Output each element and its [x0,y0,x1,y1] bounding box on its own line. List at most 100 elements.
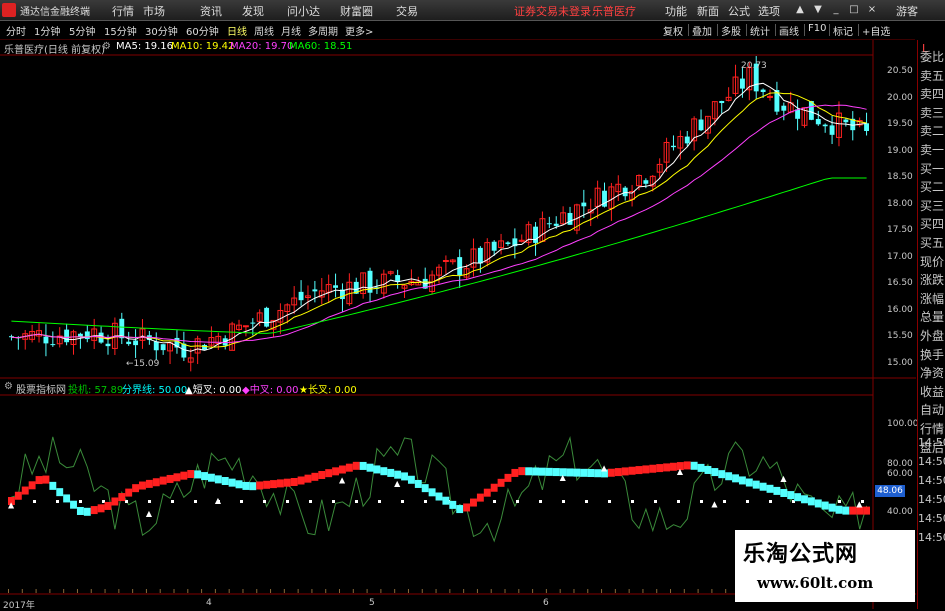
sidebar-item[interactable]: 收益 [920,383,944,400]
sidebar-item[interactable]: 委比 [920,48,944,65]
volume-tick [214,589,216,593]
indicator-step [35,476,43,485]
indicator-step [276,479,284,488]
volume-tick [283,589,285,593]
indicator-step [525,467,533,476]
divider-dot [700,500,703,503]
indicator-step [380,467,388,476]
candle-body [533,226,538,243]
short-cross-marker: ▲ [339,475,346,484]
sidebar-item[interactable]: 卖三 [920,104,944,121]
indicator-step [235,480,243,489]
volume-tick [628,589,630,593]
indicator-step [145,479,153,488]
indicator-step [180,471,188,480]
indicator-step [476,493,484,502]
volume-tick [394,589,396,593]
indicator-step [49,481,57,490]
candle-body [643,180,649,184]
volume-tick [201,589,203,593]
indicator-step [435,492,443,501]
volume-tick [21,589,23,593]
volume-tick [380,589,382,593]
candle-body [126,341,132,345]
indicator-step [249,482,257,491]
candle-body [395,275,401,282]
short-cross-marker: ▲ [780,474,787,483]
indicator-step [311,472,319,481]
low-price-value: 15.09 [134,359,160,369]
divider-dot [309,500,312,503]
sidebar-item[interactable]: 涨跌 [920,271,944,288]
sidebar-item[interactable]: 卖五 [920,67,944,84]
indicator-step [807,497,815,506]
volume-tick [725,589,727,593]
indicator-step [504,473,512,482]
indicator-step [607,468,615,477]
indicator-step [594,469,602,478]
sidebar-item[interactable]: 卖一 [920,141,944,158]
volume-tick [601,589,603,593]
short-cross-marker: ▲ [677,467,684,476]
indicator-step [794,493,802,502]
x-label-year: 2017年 [3,601,35,611]
indicator-step [407,475,415,484]
sidebar-item[interactable]: 净资 [920,364,944,381]
volume-tick [670,589,672,593]
divider-dot [539,500,542,503]
indicator-step [414,479,422,488]
watermark-title: 乐淘公式网 [743,541,859,567]
kline-chart[interactable]: ▲ ▲ ▲ ▲ ▲ ▲ ▲ ▲ ▲ ▲ ▲ 20.73 ←15.09 [0,0,916,609]
indicator-step [449,500,457,509]
indicator-step [642,465,650,474]
sidebar-item[interactable]: 自动 [920,401,944,418]
sidebar-item[interactable]: 卖四 [920,85,944,102]
indicator-step [83,507,91,516]
divider-dot [378,500,381,503]
divider-dot [585,500,588,503]
indicator-step [697,463,705,472]
divider-dot [677,500,680,503]
low-price-label: ←15.09 [126,359,160,369]
divider-dot [79,500,82,503]
volume-tick [118,589,120,593]
sidebar-item[interactable]: 买五 [920,234,944,251]
candle-body [202,344,207,350]
watermark-box: 乐淘公式网 www.60lt.com [735,530,915,602]
candle-body [50,344,56,346]
volume-tick [228,589,230,593]
volume-tick [656,589,658,593]
indicator-step [111,497,119,506]
divider-dot [240,500,243,503]
volume-tick [325,589,327,593]
indicator-step [401,472,408,481]
x-label-apr: 4 [206,598,212,608]
candle-body [698,119,704,131]
candle-body [442,259,449,262]
sidebar-item[interactable]: 买三 [920,197,944,214]
time-label: 14:50 [918,512,945,525]
sidebar-item[interactable]: 卖二 [920,122,944,139]
indicator-step [242,481,250,490]
sidebar-item[interactable]: 涨幅 [920,290,944,307]
candle-body [815,118,821,125]
sidebar-item[interactable]: 行情 [920,420,944,437]
sidebar-item[interactable]: 买四 [920,215,944,232]
candle-body [160,344,166,351]
indicator-step [345,463,353,472]
candle-body [553,223,559,226]
volume-tick [270,589,272,593]
divider-dot [769,500,772,503]
indicator-step [545,467,553,476]
sidebar-item[interactable]: 换手 [920,346,944,363]
sidebar-item[interactable]: 外盘 [920,327,944,344]
time-label: 14:50 [918,531,945,544]
divider-dot [424,500,427,503]
sidebar-item[interactable]: 现价 [920,253,944,270]
indicator-step [863,506,870,515]
sidebar-item[interactable]: 总量 [920,308,944,325]
divider-dot [654,500,657,503]
candle-body [77,333,83,337]
sidebar-item[interactable]: 买二 [920,178,944,195]
sidebar-item[interactable]: 买一 [920,160,944,177]
